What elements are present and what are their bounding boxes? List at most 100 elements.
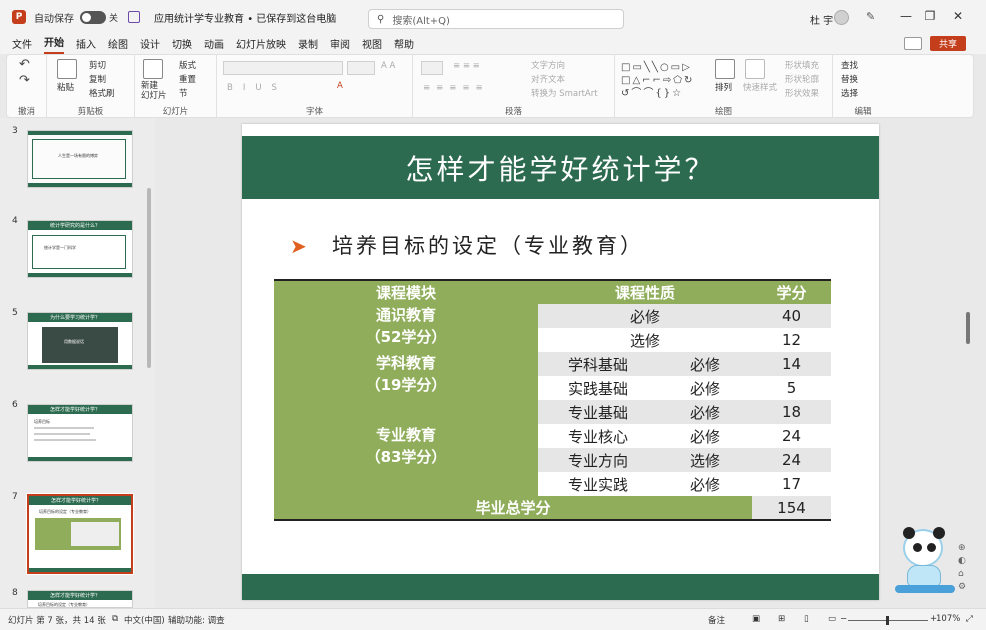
slide-thumbnail-4[interactable]: 统计学研究的是什么？ 统计学是一门科学 bbox=[27, 220, 133, 278]
shapes-gallery[interactable]: □▭╲╲○▭▷ □△⌐⌐⇨⬠↻ ↺⌒⌒{}☆ bbox=[621, 61, 705, 101]
clipboard-group-label: 剪贴板 bbox=[77, 107, 104, 117]
notes-button[interactable]: 备注 bbox=[708, 614, 725, 626]
menu-record[interactable]: 录制 bbox=[298, 36, 318, 54]
copy-button[interactable]: 复制 bbox=[89, 73, 106, 85]
undo-icon[interactable]: ↶ bbox=[19, 57, 30, 72]
layout-button[interactable]: 版式 bbox=[179, 59, 196, 71]
total-value: 154 bbox=[752, 496, 831, 520]
new-slide-button[interactable]: 新建 幻灯片 bbox=[141, 81, 167, 101]
search-input[interactable]: ⚲ 搜索(Alt+Q) bbox=[368, 9, 624, 29]
smartart-button[interactable]: 转换为 SmartArt bbox=[531, 87, 598, 99]
menu-insert[interactable]: 插入 bbox=[76, 36, 96, 54]
list-icons[interactable]: ≡ ≡ ≡ bbox=[453, 61, 480, 71]
arrange-icon[interactable] bbox=[715, 59, 735, 79]
credit-cell: 40 bbox=[752, 304, 831, 328]
quick-styles-button[interactable]: 快速样式 bbox=[743, 81, 777, 93]
credit-cell: 5 bbox=[752, 376, 831, 400]
font-size-box[interactable] bbox=[347, 61, 375, 75]
menu-review[interactable]: 审阅 bbox=[330, 36, 350, 54]
nature-cell: 选修 bbox=[658, 448, 752, 472]
avatar[interactable] bbox=[834, 10, 849, 25]
panda-mascot-icon[interactable] bbox=[895, 525, 955, 597]
credit-cell: 17 bbox=[752, 472, 831, 496]
reading-view-icon[interactable]: ▯ bbox=[804, 614, 809, 624]
language-status[interactable]: 中文(中国) bbox=[124, 614, 165, 626]
comments-button[interactable] bbox=[904, 37, 922, 50]
save-icon[interactable] bbox=[128, 11, 141, 23]
slide-thumbnail-5[interactable]: 为什么要学习统计学？ 用数据说话 bbox=[27, 312, 133, 370]
redo-icon[interactable]: ↷ bbox=[19, 73, 30, 88]
autosave-toggle[interactable] bbox=[80, 10, 106, 24]
share-button[interactable]: 共享 bbox=[930, 36, 966, 51]
close-icon[interactable]: ✕ bbox=[948, 9, 968, 23]
pen-icon[interactable]: ✎ bbox=[866, 10, 875, 23]
menu-file[interactable]: 文件 bbox=[12, 36, 32, 54]
menu-slideshow[interactable]: 幻灯片放映 bbox=[236, 36, 286, 54]
text-direction-button[interactable]: 文字方向 bbox=[531, 59, 565, 71]
align-text-button[interactable]: 对齐文本 bbox=[531, 73, 565, 85]
document-title[interactable]: 应用统计学专业教育 • 已保存到这台电脑 bbox=[154, 10, 336, 25]
slide-thumbnail-8[interactable]: 怎样才能学好统计学？ 培养目标的设定（专业教育） bbox=[27, 590, 133, 608]
shape-effects-button[interactable]: 形状效果 bbox=[785, 87, 819, 99]
font-name-box[interactable] bbox=[223, 61, 343, 75]
replace-button[interactable]: 替换 bbox=[841, 73, 858, 85]
fit-slide-icon[interactable]: ⤢ bbox=[966, 614, 973, 624]
current-slide[interactable]: 怎样才能学好统计学？ ➤ 培养目标的设定（专业教育） 课程模块 课程性质 学分 … bbox=[242, 124, 879, 600]
menu-animations[interactable]: 动画 bbox=[204, 36, 224, 54]
menu-bar: 文件 开始 插入 绘图 设计 切换 动画 幻灯片放映 录制 审阅 视图 帮助 bbox=[0, 34, 986, 54]
editor-scrollbar[interactable] bbox=[966, 312, 970, 344]
bullets-icon[interactable] bbox=[421, 61, 443, 75]
paste-button[interactable]: 粘贴 bbox=[57, 81, 74, 93]
select-button[interactable]: 选择 bbox=[841, 87, 858, 99]
slide-sorter-icon[interactable]: ⊞ bbox=[778, 614, 785, 624]
floating-tool-icons[interactable]: ⊕ ◐ ⌂ ⚙ bbox=[958, 542, 966, 594]
normal-view-icon[interactable]: ▣ bbox=[752, 614, 760, 624]
menu-transitions[interactable]: 切换 bbox=[172, 36, 192, 54]
reset-button[interactable]: 重置 bbox=[179, 73, 196, 85]
slideshow-icon[interactable]: ▭ bbox=[828, 614, 836, 624]
align-icons[interactable]: ≡≡≡≡≡ bbox=[423, 83, 489, 93]
menu-home[interactable]: 开始 bbox=[44, 34, 64, 54]
course-cell: 专业基础 bbox=[538, 400, 658, 424]
cut-button[interactable]: 剪切 bbox=[89, 59, 106, 71]
thumb-body: 统计学是一门科学 bbox=[44, 245, 76, 250]
menu-help[interactable]: 帮助 bbox=[394, 36, 414, 54]
new-slide-icon[interactable] bbox=[143, 59, 163, 79]
slide-title[interactable]: 怎样才能学好统计学？ bbox=[242, 136, 879, 199]
font-color-icon[interactable]: A bbox=[337, 81, 343, 91]
find-button[interactable]: 查找 bbox=[841, 59, 858, 71]
drawing-group-label: 绘图 bbox=[714, 107, 732, 117]
slide-thumbnail-7-selected[interactable]: 怎样才能学好统计学？ 培养目标的设定（专业教育） bbox=[26, 493, 134, 575]
arrange-button[interactable]: 排列 bbox=[715, 81, 732, 93]
table-row: 学科教育 （19学分） 学科基础 必修 14 bbox=[274, 352, 831, 400]
format-painter-button[interactable]: 格式刷 bbox=[89, 87, 115, 99]
autosave-label: 自动保存 bbox=[34, 13, 74, 25]
slide-subtitle[interactable]: 培养目标的设定（专业教育） bbox=[332, 230, 644, 260]
restore-icon[interactable]: ❐ bbox=[920, 9, 940, 23]
shape-fill-button[interactable]: 形状填充 bbox=[785, 59, 819, 71]
minimize-icon[interactable]: — bbox=[896, 9, 916, 23]
menu-draw[interactable]: 绘图 bbox=[108, 36, 128, 54]
section-button[interactable]: 节 bbox=[179, 87, 188, 99]
zoom-out-icon[interactable]: − bbox=[840, 614, 847, 624]
accessibility-status[interactable]: 辅助功能: 调查 bbox=[168, 614, 225, 626]
search-placeholder: 搜索(Alt+Q) bbox=[392, 15, 450, 27]
thumb-number: 5 bbox=[12, 308, 18, 318]
menu-view[interactable]: 视图 bbox=[362, 36, 382, 54]
paste-icon[interactable] bbox=[57, 59, 77, 79]
menu-design[interactable]: 设计 bbox=[140, 36, 160, 54]
shape-outline-button[interactable]: 形状轮廓 bbox=[785, 73, 819, 85]
slide-thumbnail-pane: 3 人生是一场有限的博弈 4 统计学研究的是什么？ 统计学是一门科学 5 为什么… bbox=[0, 118, 155, 608]
quick-styles-icon[interactable] bbox=[745, 59, 765, 79]
slide-thumbnail-6[interactable]: 怎样才能学好统计学？ 培养目标 bbox=[27, 404, 133, 462]
credits-table[interactable]: 课程模块 课程性质 学分 通识教育 （52学分） 必修 40 选修 12 学科教… bbox=[274, 279, 831, 521]
font-style-icons[interactable]: BIUS bbox=[227, 83, 287, 93]
font-grow-icon[interactable]: A A bbox=[381, 61, 395, 71]
module-cell: 专业教育 （83学分） bbox=[274, 400, 538, 496]
spellcheck-icon[interactable]: ⧉ bbox=[112, 614, 118, 624]
thumbnail-scrollbar[interactable] bbox=[147, 188, 151, 368]
user-name[interactable]: 杜 宇 bbox=[810, 12, 833, 27]
zoom-level[interactable]: 107% bbox=[936, 614, 960, 624]
slide-thumbnail-3[interactable]: 人生是一场有限的博弈 bbox=[27, 130, 133, 188]
zoom-slider-thumb[interactable] bbox=[886, 616, 889, 625]
